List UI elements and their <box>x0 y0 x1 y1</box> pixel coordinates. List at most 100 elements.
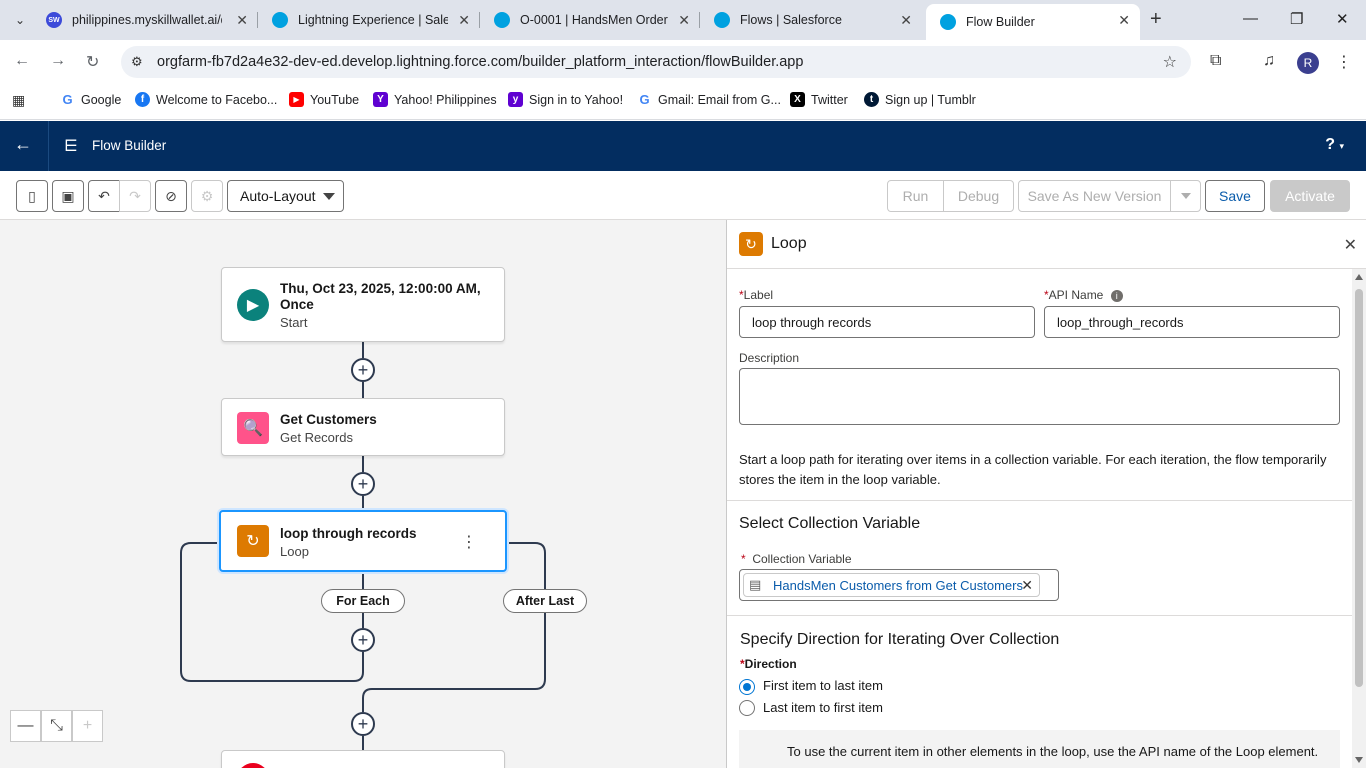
back-arrow-icon[interactable]: ← <box>14 52 30 70</box>
undo-icon[interactable]: ↶ <box>88 180 120 212</box>
bookmark-google[interactable]: G Google <box>60 92 121 107</box>
start-node-title: Thu, Oct 23, 2025, 12:00:00 AM, Once <box>280 281 481 312</box>
bookmark-gmail[interactable]: G Gmail: Email from G... <box>637 92 781 107</box>
browser-tab[interactable]: Lightning Experience | Salesf ✕ <box>258 0 480 40</box>
extensions-icon[interactable]: ⧉ <box>1210 52 1221 70</box>
save-button[interactable]: Save <box>1205 180 1265 212</box>
bookmark-yahoo-ph[interactable]: Y Yahoo! Philippines <box>373 92 497 107</box>
bookmark-twitter[interactable]: X Twitter <box>790 92 848 107</box>
label-input[interactable]: loop through records <box>739 306 1035 338</box>
browser-menu-icon[interactable]: ⋮ <box>1336 52 1352 72</box>
minimize-icon[interactable]: — <box>1243 10 1258 27</box>
forward-arrow-icon[interactable]: → <box>50 52 66 70</box>
info-icon[interactable]: i <box>1110 290 1123 302</box>
flow-canvas[interactable]: ▶ Thu, Oct 23, 2025, 12:00:00 AM, Once S… <box>0 220 726 768</box>
reload-icon[interactable]: ↻ <box>86 52 99 72</box>
tab-title: philippines.myskillwallet.ai/d <box>72 13 222 27</box>
profile-avatar[interactable]: R <box>1297 52 1319 74</box>
panel-scrollbar[interactable] <box>1352 269 1366 768</box>
api-name-input[interactable]: loop_through_records <box>1044 306 1340 338</box>
layout-select[interactable]: Auto-Layout <box>227 180 344 212</box>
restore-icon[interactable]: ❐ <box>1290 10 1303 28</box>
fit-view-icon[interactable]: ⤡ <box>41 710 72 742</box>
settings-gear-icon[interactable]: ⚙ <box>191 180 223 212</box>
run-button[interactable]: Run <box>887 180 944 212</box>
google-icon: G <box>639 92 650 107</box>
header-divider <box>48 121 49 171</box>
zoom-out-icon[interactable]: — <box>10 710 41 742</box>
facebook-icon: f <box>135 92 150 107</box>
layout-select-value: Auto-Layout <box>240 188 316 204</box>
tab-title: O-0001 | HandsMen Order | <box>520 13 670 27</box>
add-element-icon[interactable]: + <box>351 628 375 652</box>
save-options-dropdown[interactable] <box>1170 180 1201 212</box>
close-tab-icon[interactable]: ✕ <box>1118 12 1130 29</box>
activate-button[interactable]: Activate <box>1270 180 1350 212</box>
loop-info-text: To use the current item in other element… <box>787 744 1319 759</box>
bookmark-star-icon[interactable]: ☆ <box>1163 52 1177 72</box>
toggle-toolbox-icon[interactable]: ▯ <box>16 180 48 212</box>
node-actions-icon[interactable]: ⋮ <box>461 532 477 552</box>
close-tab-icon[interactable]: ✕ <box>900 12 912 29</box>
end-node[interactable] <box>221 750 505 768</box>
start-node[interactable]: ▶ Thu, Oct 23, 2025, 12:00:00 AM, Once S… <box>221 267 505 342</box>
errors-icon[interactable]: ⊘ <box>155 180 187 212</box>
new-tab-icon[interactable]: + <box>1150 8 1162 31</box>
debug-button[interactable]: Debug <box>943 180 1014 212</box>
panel-header: ↻ Loop ✕ <box>727 220 1366 269</box>
collection-variable-pill[interactable]: ▤ HandsMen Customers from Get Customers … <box>743 573 1040 597</box>
tab-title: Flows | Salesforce <box>740 13 842 27</box>
get-records-title: Get Customers <box>280 412 377 427</box>
remove-pill-icon[interactable]: ✕ <box>1021 577 1033 594</box>
site-settings-icon[interactable]: ⚙ <box>131 54 149 70</box>
close-icon[interactable]: ✕ <box>1344 235 1357 255</box>
end-icon <box>237 763 269 768</box>
apps-grid-icon[interactable]: ▦ <box>12 92 25 109</box>
play-icon: ▶ <box>237 289 269 321</box>
bookmarks-bar: ▦ G Google f Welcome to Facebo... ▶ YouT… <box>0 84 1366 120</box>
browser-tab-active[interactable]: Flow Builder ✕ <box>926 4 1140 40</box>
loop-node[interactable]: ↻ loop through records Loop ⋮ <box>219 510 507 572</box>
start-node-type: Start <box>280 315 308 330</box>
add-element-icon[interactable]: + <box>351 472 375 496</box>
close-tab-icon[interactable]: ✕ <box>458 12 470 29</box>
description-textarea[interactable] <box>739 368 1340 425</box>
radio-first-to-last[interactable] <box>739 679 755 695</box>
add-element-icon[interactable]: + <box>351 358 375 382</box>
help-menu-icon[interactable]: ? ▾ <box>1325 136 1344 154</box>
browser-tab[interactable]: SW philippines.myskillwallet.ai/d ✕ <box>32 0 258 40</box>
scrollbar-thumb[interactable] <box>1355 289 1363 687</box>
yahoo-icon: Y <box>373 92 388 107</box>
save-as-new-version-button[interactable]: Save As New Version <box>1018 180 1171 212</box>
scroll-up-icon[interactable] <box>1355 274 1363 280</box>
tab-search-icon[interactable]: ⌄ <box>8 8 32 32</box>
get-records-icon: 🔍 <box>237 412 269 444</box>
scroll-down-icon[interactable] <box>1355 757 1363 763</box>
media-control-icon[interactable]: ♫ <box>1263 52 1275 70</box>
bookmark-label: Welcome to Facebo... <box>156 92 278 107</box>
close-window-icon[interactable]: ✕ <box>1336 10 1349 28</box>
browser-tab[interactable]: Flows | Salesforce ✕ <box>700 0 922 40</box>
close-tab-icon[interactable]: ✕ <box>678 12 690 29</box>
browser-tab[interactable]: O-0001 | HandsMen Order | ✕ <box>480 0 700 40</box>
add-element-icon[interactable]: + <box>351 712 375 736</box>
redo-icon[interactable]: ↷ <box>119 180 151 212</box>
select-elements-icon[interactable]: ▣ <box>52 180 84 212</box>
radio-first-to-last-label: First item to last item <box>763 678 883 693</box>
bookmark-tumblr[interactable]: t Sign up | Tumblr <box>864 92 976 107</box>
after-last-label: After Last <box>503 589 587 613</box>
get-records-node[interactable]: 🔍 Get Customers Get Records <box>221 398 505 456</box>
bookmark-yahoo-signin[interactable]: y Sign in to Yahoo! <box>508 92 623 107</box>
back-arrow-icon[interactable]: ← <box>14 134 32 155</box>
salesforce-cloud-icon <box>940 14 956 30</box>
bookmark-facebook[interactable]: f Welcome to Facebo... <box>135 92 277 107</box>
close-tab-icon[interactable]: ✕ <box>236 12 248 29</box>
bookmark-youtube[interactable]: ▶ YouTube <box>289 92 359 107</box>
collection-variable-input[interactable]: ▤ HandsMen Customers from Get Customers … <box>739 569 1059 601</box>
zoom-in-icon[interactable]: + <box>72 710 103 742</box>
chevron-down-icon <box>323 193 335 200</box>
radio-last-to-first[interactable] <box>739 700 755 716</box>
collection-section-title: Select Collection Variable <box>739 515 921 532</box>
url-field[interactable]: ⚙ orgfarm-fb7d2a4e32-dev-ed.develop.ligh… <box>121 46 1191 78</box>
flow-builder-icon: ⋿ <box>64 138 78 155</box>
